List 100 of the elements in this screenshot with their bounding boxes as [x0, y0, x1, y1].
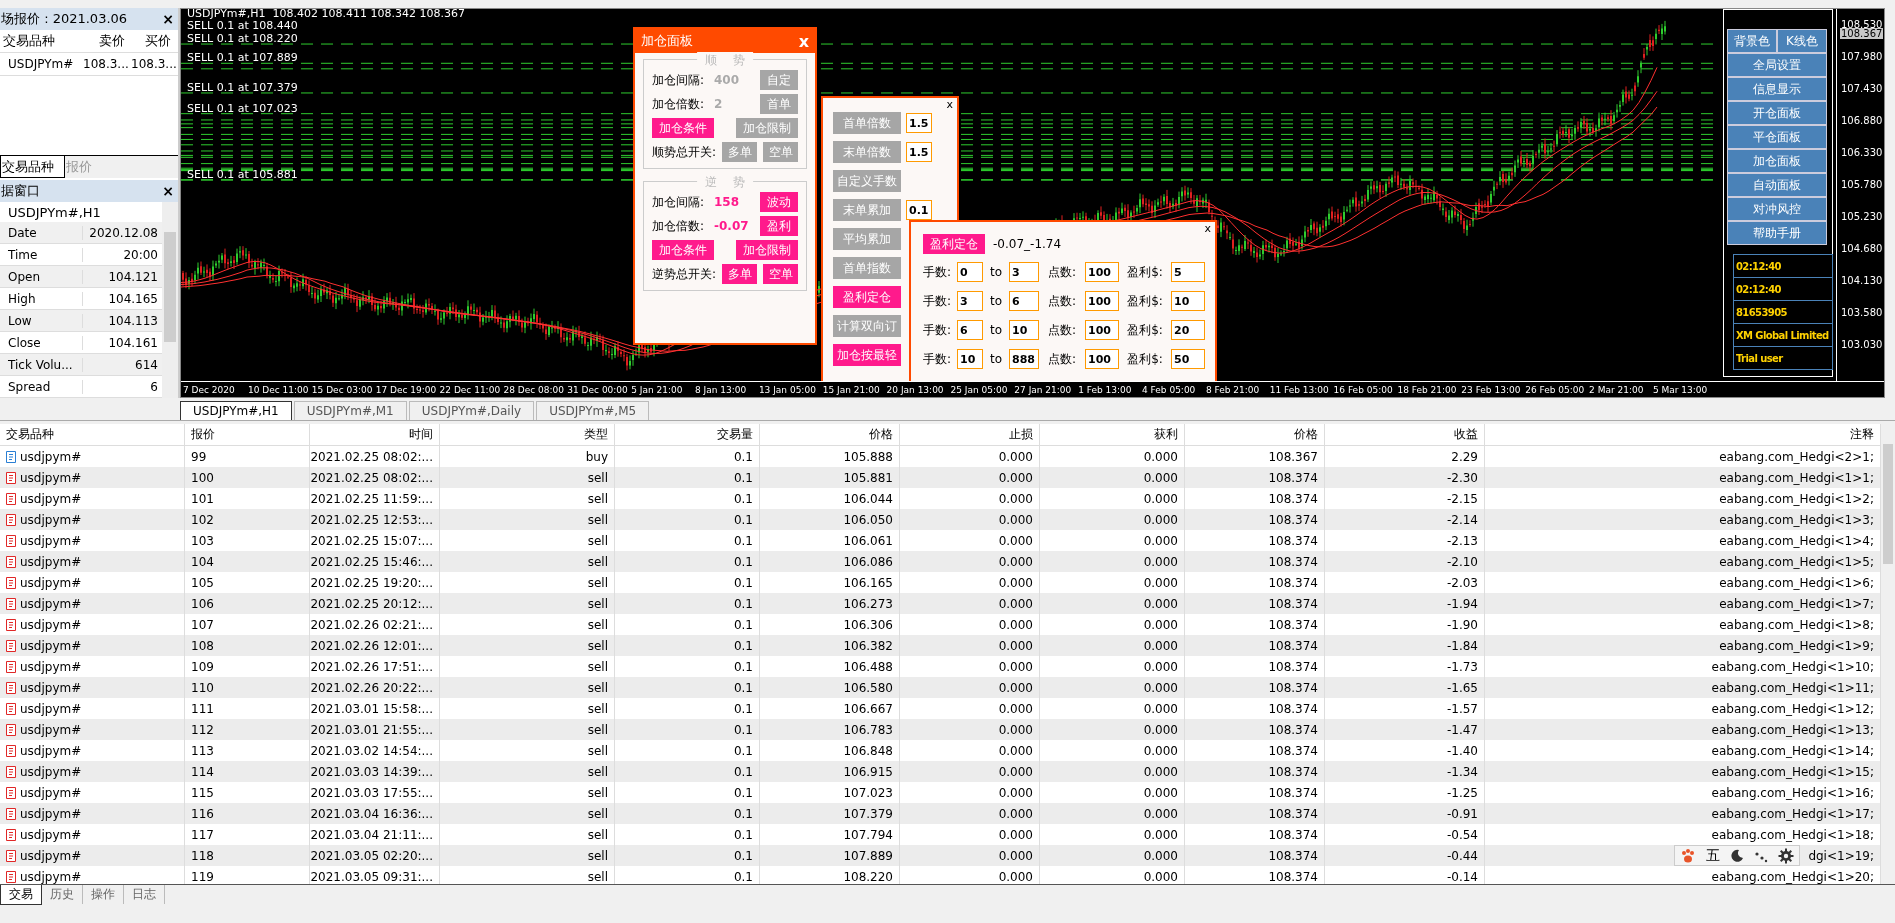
menu-button[interactable]: 背景色 [1727, 29, 1777, 53]
panel-tab[interactable]: 交易品种 [0, 156, 65, 178]
chart-tab[interactable]: USDJPYm#,H1 [180, 401, 292, 420]
table-cell: 108.374 [1268, 638, 1318, 653]
column-header[interactable]: 获利 [1040, 424, 1185, 445]
menu-button[interactable]: 信息显示 [1727, 77, 1827, 101]
column-header[interactable]: 卖价 [80, 32, 128, 50]
points-field[interactable]: 100 [1085, 291, 1119, 311]
terminal-tab[interactable]: 日志 [124, 885, 165, 904]
option-button[interactable]: 加仓限制 [736, 240, 798, 260]
profit-lock-button[interactable]: 盈利定仓 [923, 234, 985, 254]
paw-icon[interactable] [1680, 847, 1696, 864]
settings-icon[interactable] [1778, 847, 1794, 864]
menu-button[interactable]: 对冲风控 [1727, 197, 1827, 221]
table-cell: -2.10 [1446, 554, 1478, 569]
field-value: 158 [714, 195, 741, 209]
market-watch-title: 场报价 : 2021.03.06 [1, 10, 128, 28]
close-icon[interactable]: × [162, 11, 174, 27]
profit-field[interactable]: 5 [1171, 262, 1205, 282]
value-field[interactable]: 1.5 [906, 142, 932, 162]
profit-field[interactable]: 10 [1171, 291, 1205, 311]
table-cell: usdjpym# [20, 470, 82, 485]
column-header[interactable]: 类型 [440, 424, 615, 445]
table-cell: usdjpym# [20, 617, 82, 632]
option-button[interactable]: 盈利 [760, 216, 798, 236]
table-cell: 2021.02.25 19:20:... [310, 575, 433, 590]
table-cell: 2021.03.01 15:58:... [310, 701, 433, 716]
table-cell: 108.374 [1268, 554, 1318, 569]
table-cell: usdjpym# [20, 848, 82, 863]
chart-tab[interactable]: USDJPYm#,M5 [536, 401, 650, 420]
switch-button[interactable]: 空单 [763, 264, 798, 284]
menu-button[interactable]: 加仓面板 [1727, 149, 1827, 173]
column-header[interactable]: 价格 [1185, 424, 1325, 445]
table-cell: eabang.com_Hedgi<1>15; [1711, 764, 1874, 779]
column-header[interactable]: 时间 [310, 424, 440, 445]
terminal-tab[interactable]: 交易 [0, 885, 42, 905]
menu-button[interactable]: 自动面板 [1727, 173, 1827, 197]
table-cell: 0.000 [998, 533, 1033, 548]
lots-to-field[interactable]: 6 [1009, 291, 1039, 311]
option-button[interactable]: 加仓条件 [652, 240, 714, 260]
switch-button[interactable]: 多单 [722, 264, 758, 284]
column-header[interactable]: 价格 [760, 424, 900, 445]
close-icon[interactable]: x [946, 98, 953, 111]
column-header[interactable]: 报价 [185, 424, 310, 445]
value-field[interactable]: 1.5 [906, 113, 932, 133]
points-field[interactable]: 100 [1085, 349, 1119, 369]
terminal-tab[interactable]: 操作 [83, 885, 124, 904]
field-label: to [988, 294, 1003, 308]
scrollbar[interactable] [162, 202, 178, 398]
lots-from-field[interactable]: 3 [957, 291, 983, 311]
points-field[interactable]: 100 [1085, 262, 1119, 282]
table-cell: 2021.02.26 20:22:... [310, 680, 433, 695]
price-label: 107.430 [1840, 83, 1884, 94]
option-button[interactable]: 加仓条件 [652, 118, 714, 138]
lots-to-field[interactable]: 10 [1009, 320, 1039, 340]
column-header[interactable]: 收益 [1325, 424, 1485, 445]
profit-field[interactable]: 20 [1171, 320, 1205, 340]
info-cell: 02:12:40 [1734, 255, 1832, 278]
menu-button[interactable]: 帮助手册 [1727, 221, 1827, 245]
column-header[interactable]: 交易品种 [0, 424, 185, 445]
menu-button[interactable]: 开仓面板 [1727, 101, 1827, 125]
points-field[interactable]: 100 [1085, 320, 1119, 340]
chart-tab[interactable]: USDJPYm#,M1 [293, 401, 407, 420]
table-cell: usdjpym# [20, 680, 82, 695]
table-cell: 0.000 [998, 554, 1033, 569]
lots-from-field[interactable]: 0 [957, 262, 983, 282]
table-cell: 114 [191, 764, 214, 779]
menu-button[interactable]: 平仓面板 [1727, 125, 1827, 149]
moon-icon[interactable] [1730, 848, 1744, 863]
lots-from-field[interactable]: 10 [957, 349, 983, 369]
menu-button[interactable]: 全局设置 [1727, 53, 1827, 77]
option-button[interactable]: 波动 [760, 192, 798, 212]
table-cell: 107.794 [843, 827, 893, 842]
terminal-tab[interactable]: 历史 [42, 885, 83, 904]
value-field[interactable]: 0.1 [906, 200, 932, 220]
close-icon[interactable]: × [162, 183, 174, 199]
table-cell: 0.000 [998, 722, 1033, 737]
profit-field[interactable]: 50 [1171, 349, 1205, 369]
menu-button[interactable]: K线色 [1777, 29, 1827, 53]
table-cell: eabang.com_Hedgi<1>4; [1719, 533, 1874, 548]
lots-from-field[interactable]: 6 [957, 320, 983, 340]
column-header[interactable]: 交易品种 [0, 32, 80, 50]
table-cell: eabang.com_Hedgi<1>1; [1719, 470, 1874, 485]
scrollbar[interactable] [1881, 424, 1895, 884]
field-label: 点数: [1046, 292, 1077, 310]
lots-to-field[interactable]: 888 [1009, 349, 1039, 369]
price-label: 104.680 [1840, 243, 1884, 254]
setting-button[interactable]: 加仓按最轻 [833, 344, 901, 366]
time-label: 8 Jan 13:00 [695, 384, 748, 395]
column-header[interactable]: 买价 [128, 32, 174, 50]
time-label: 15 Dec 03:00 [311, 384, 374, 395]
chart-legend: USDJPYm#,H1 108.402 108.411 108.342 108.367 [187, 9, 465, 19]
column-header[interactable]: 交易量 [615, 424, 760, 445]
column-header[interactable]: 止损 [900, 424, 1040, 445]
chart-tab[interactable]: USDJPYm#,Daily [408, 401, 535, 420]
setting-button[interactable]: 盈利定仓 [833, 286, 901, 308]
input-mode-label[interactable]: 五 [1706, 846, 1720, 865]
switch-label: 逆势总开关: [652, 265, 717, 283]
close-icon[interactable]: x [1204, 222, 1211, 235]
lots-to-field[interactable]: 3 [1009, 262, 1039, 282]
